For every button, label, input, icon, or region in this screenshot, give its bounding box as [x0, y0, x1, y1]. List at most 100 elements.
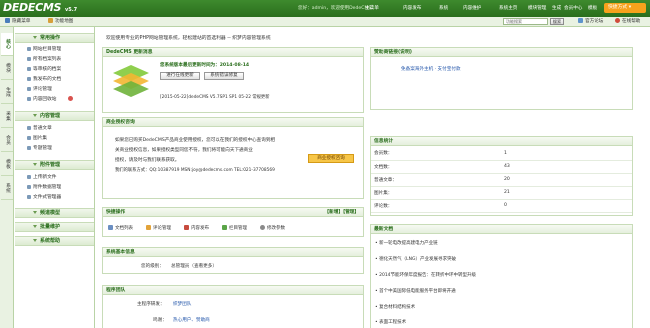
menu-group-help[interactable]: 系统帮助	[15, 236, 94, 246]
logo: DEDECMS	[3, 1, 62, 14]
quick-doc-list[interactable]: 文档列表	[108, 225, 133, 232]
search-input[interactable]: 功能搜索	[503, 18, 548, 25]
panel-title: 赞助商链接(说明)	[371, 48, 632, 57]
quick-settings[interactable]: 修改参数	[260, 225, 285, 232]
team-value-link[interactable]: 热心用户、赞助商	[173, 317, 210, 323]
menu-item[interactable]: 图片集	[15, 134, 94, 143]
menu-item[interactable]: 内容回收站	[15, 95, 94, 104]
list-item[interactable]: • 2014节能环保年度报告：在转折中环中转型升级	[375, 272, 476, 278]
menu-item[interactable]: 所有档案列表	[15, 55, 94, 64]
menu-item[interactable]: 等审核的档案	[15, 65, 94, 74]
menu-item[interactable]: 附件数据管理	[15, 183, 94, 192]
menu-group-title: 频道模型	[40, 210, 61, 216]
list-item[interactable]: • 德化天然气（LNG）产业发展寻求突破	[375, 256, 456, 262]
nav-publish[interactable]: 内容发布	[400, 4, 424, 13]
table-row: 普通文章： 20	[371, 173, 632, 187]
gear-icon	[260, 225, 265, 230]
stat-label: 评论数：	[371, 199, 501, 213]
quick-item-label: 栏目管理	[229, 226, 247, 231]
quick-item-label: 文档列表	[115, 226, 133, 231]
news-title: 2014节能环保年度报告：在转折中环中转型升级	[379, 273, 477, 278]
quick-category[interactable]: 栏目管理	[222, 225, 247, 232]
table-row: 文档数： 43	[371, 160, 632, 174]
update-panel: DedeCMS 更新消息 您系统版本最后更新时间为：2014-08-14 进行在…	[102, 47, 364, 113]
level-value[interactable]: 总管理员（查看更多）	[171, 263, 217, 269]
folder-icon	[27, 46, 31, 51]
left-tab-strip: 核心 模块 生成 采集 会员 模板 系统	[0, 27, 14, 328]
collapse-icon	[33, 36, 37, 39]
table-row: 评论数： 0	[371, 199, 632, 213]
stat-label: 普通文章：	[371, 173, 501, 187]
menu-item[interactable]: 普通文章	[15, 124, 94, 133]
menu-item-label: 图片集	[33, 136, 48, 141]
quick-menu-button[interactable]: 快捷方式 ▾	[604, 3, 646, 13]
menu-item[interactable]: 文件式管理器	[15, 193, 94, 202]
menu-group-channel[interactable]: 频道模型	[15, 208, 94, 218]
system-fix-button[interactable]: 系统错误修复	[204, 72, 244, 80]
list-item[interactable]: • 表面工程技术	[375, 319, 406, 325]
team-value-link[interactable]: 织梦团队	[173, 301, 191, 307]
license-consult-button[interactable]: 商业授权咨询	[308, 154, 354, 163]
function-map-button[interactable]: 功能地图	[48, 18, 73, 26]
tab-generate[interactable]: 生成	[1, 81, 13, 104]
menu-item-label: 评论管理	[33, 87, 52, 92]
nav-system[interactable]: 系统	[436, 4, 451, 13]
menu-group-content[interactable]: 内容管理	[15, 111, 94, 121]
tab-member[interactable]: 会员	[1, 129, 13, 152]
license-text: 关商业授权信息，如果授权类型同您不符，我们将可能向天下通商业	[115, 148, 253, 153]
online-update-button[interactable]: 进行在线更新	[160, 72, 200, 80]
menu-group-common[interactable]: 常用操作	[15, 33, 94, 43]
nav-template[interactable]: 模板	[585, 4, 600, 13]
tab-system[interactable]: 系统	[1, 177, 13, 200]
menu-item[interactable]: 上传新文件	[15, 173, 94, 182]
nav-member[interactable]: 会员中心	[561, 4, 585, 13]
search-button[interactable]: 搜索	[550, 18, 564, 25]
nav-home[interactable]: 系统主页	[496, 4, 520, 13]
sysinfo-panel: 系统基本信息 您的级别： 总管理员（查看更多）	[102, 247, 364, 274]
tab-module[interactable]: 模块	[1, 57, 13, 80]
quick-comment[interactable]: 评论管理	[146, 225, 171, 232]
list-item[interactable]: • 新一轮电改提高建电力产业链	[375, 240, 438, 246]
stat-value: 0	[501, 199, 632, 213]
tab-collect[interactable]: 采集	[1, 105, 13, 128]
quick-publish[interactable]: 内容发布	[184, 225, 209, 232]
panel-title: DedeCMS 更新消息	[103, 48, 363, 57]
tab-template[interactable]: 模板	[1, 153, 13, 176]
help-icon	[615, 18, 620, 23]
quick-ops-panel: 快捷操作 【新增】【管理】 文档列表 评论管理 内容发布 栏目管理 修改参数	[102, 207, 364, 237]
quick-ops-manage-link[interactable]: 【新增】【管理】	[325, 208, 359, 217]
nav-content[interactable]: 内容维护	[460, 4, 484, 13]
menu-item[interactable]: 网站栏目管理	[15, 45, 94, 54]
menu-item-label: 我发布的文档	[33, 77, 62, 82]
topic-icon	[27, 145, 31, 150]
list-item[interactable]: • 复合材料结构技术	[375, 304, 415, 310]
quick-item-label: 修改参数	[267, 226, 285, 231]
news-title: 表面工程技术	[379, 320, 407, 325]
news-title: 新一轮电改提高建电力产业链	[379, 241, 438, 246]
menu-item[interactable]: 我发布的文档	[15, 75, 94, 84]
license-text: 如果您已购买DedeCMS产品商业使用授权，您可以在我们的授权中心查询到相	[115, 138, 276, 143]
menu-item[interactable]: 评论管理	[15, 85, 94, 94]
menu-item[interactable]: 专题管理	[15, 144, 94, 153]
nav-main-menu[interactable]: 主菜单	[362, 4, 382, 13]
hide-menu-button[interactable]: 隐藏菜单	[5, 18, 30, 26]
list-item[interactable]: • 首个中美国际低电能服务平台即将开通	[375, 288, 456, 294]
menu-item-label: 网站栏目管理	[33, 47, 62, 52]
forum-icon	[578, 18, 583, 23]
collapse-icon	[33, 225, 37, 228]
menu-item-label: 等审核的档案	[33, 67, 62, 72]
forum-link[interactable]: 官方论坛	[578, 18, 603, 26]
tab-core[interactable]: 核心	[1, 33, 13, 56]
quick-item-label: 评论管理	[153, 226, 171, 231]
menu-group-batch[interactable]: 批量维护	[15, 222, 94, 232]
news-title: 首个中美国际低电能服务平台即将开通	[379, 289, 456, 294]
sponsor-link[interactable]: 免备案海外主机 · 支付宝付款	[401, 66, 461, 72]
nav-modules[interactable]: 模块管理	[525, 4, 549, 13]
update-log[interactable]: [2015-05-22]dedeCMS V5.7SP1 SP1 05-22 常规…	[160, 94, 270, 100]
menu-group-attachment[interactable]: 附件管理	[15, 160, 94, 170]
online-help-link[interactable]: 在线帮助	[615, 18, 640, 26]
stat-label: 图片集：	[371, 186, 501, 200]
news-title: 复合材料结构技术	[379, 305, 416, 310]
contact-info: 我们的联系方式：QQ:10387919 MSN:joy@dedecms.com …	[115, 168, 275, 173]
menu-group-title: 常用操作	[40, 35, 61, 41]
